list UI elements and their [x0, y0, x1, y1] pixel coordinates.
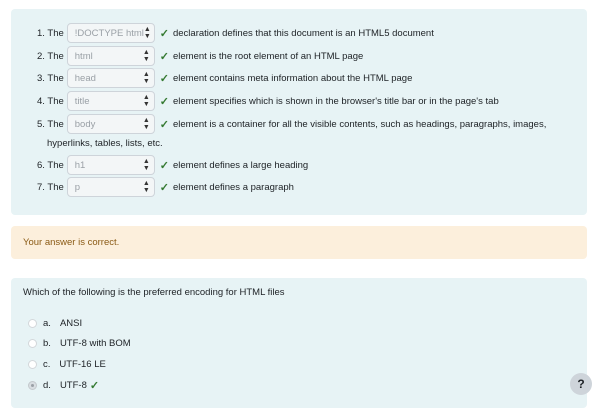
check-icon: ✓	[159, 159, 169, 172]
q1-row-5: 5. The body ▲ ▼ ✓ element is a container f…	[37, 114, 546, 134]
check-icon: ✓	[89, 379, 100, 392]
updown-arrows-icon: ▲ ▼	[142, 117, 150, 131]
select-value: title	[74, 95, 90, 107]
question-text: Which of the following is the preferred …	[23, 287, 285, 298]
radio-a[interactable]	[28, 318, 37, 328]
feedback-text: Your answer is correct.	[23, 237, 120, 248]
select-value: !DOCTYPE html	[74, 27, 144, 39]
select-value: html	[74, 50, 93, 62]
row-text: element contains meta information about …	[172, 72, 413, 84]
updown-arrows-icon: ▲ ▼	[142, 94, 150, 108]
row-5-continuation: hyperlinks, tables, lists, etc.	[47, 138, 163, 149]
row-text: declaration defines that this document i…	[172, 27, 434, 39]
help-button[interactable]: ?	[570, 373, 592, 395]
row-number: 1. The	[37, 27, 64, 39]
row-number: 3. The	[37, 72, 64, 84]
option-a[interactable]: a. ANSI	[28, 316, 82, 330]
option-b[interactable]: b. UTF-8 with BOM	[28, 336, 131, 350]
updown-arrows-icon: ▲ ▼	[142, 158, 150, 172]
row-text: element is a container for all the visib…	[172, 118, 547, 130]
check-icon: ✓	[159, 27, 169, 40]
select-html[interactable]: html ▲ ▼	[66, 46, 155, 66]
select-value: p	[74, 181, 81, 193]
select-p[interactable]: p ▲ ▼	[66, 177, 155, 197]
select-value: h1	[74, 159, 86, 171]
option-text: UTF-8	[59, 379, 87, 391]
select-title[interactable]: title ▲ ▼	[66, 91, 155, 111]
row-number: 5. The	[37, 118, 64, 130]
option-label: d.	[43, 379, 51, 391]
check-icon: ✓	[159, 50, 169, 63]
q1-row-1: 1. The !DOCTYPE html ▲ ▼ ✓ declaration def…	[37, 23, 434, 43]
updown-arrows-icon: ▲ ▼	[142, 180, 150, 194]
option-text: UTF-16 LE	[59, 358, 106, 370]
radio-d-selected[interactable]	[28, 380, 37, 390]
row-text: element defines a paragraph	[172, 181, 294, 193]
q1-row-4: 4. The title ▲ ▼ ✓ element specifies which…	[37, 91, 499, 111]
select-doctype[interactable]: !DOCTYPE html ▲ ▼	[66, 23, 155, 43]
updown-arrows-icon: ▲ ▼	[142, 49, 150, 63]
q1-row-7: 7. The p ▲ ▼ ✓ element defines a paragraph	[37, 177, 294, 197]
row-number: 4. The	[37, 95, 64, 107]
q1-row-2: 2. The html ▲ ▼ ✓ element is the root elem…	[37, 46, 363, 66]
option-label: c.	[43, 358, 51, 370]
select-body[interactable]: body ▲ ▼	[66, 114, 155, 134]
updown-arrows-icon: ▲ ▼	[142, 71, 150, 85]
radio-c[interactable]	[28, 359, 37, 369]
check-icon: ✓	[159, 118, 169, 131]
check-icon: ✓	[159, 95, 169, 108]
row-text: element defines a large heading	[172, 159, 309, 171]
row-number: 6. The	[37, 159, 64, 171]
select-head[interactable]: head ▲ ▼	[66, 68, 155, 88]
option-label: a.	[43, 317, 51, 329]
question-2-panel: Which of the following is the preferred …	[11, 278, 587, 408]
row-text: element specifies which is shown in the …	[172, 95, 499, 107]
feedback-box: Your answer is correct.	[11, 226, 587, 259]
option-text: ANSI	[59, 317, 83, 329]
q1-row-6: 6. The h1 ▲ ▼ ✓ element defines a large he…	[37, 155, 308, 175]
option-d[interactable]: d. UTF-8 ✓	[28, 378, 103, 392]
row-number: 7. The	[37, 181, 64, 193]
option-c[interactable]: c. UTF-16 LE	[28, 357, 106, 371]
check-icon: ✓	[159, 72, 169, 85]
select-value: body	[74, 118, 96, 130]
radio-b[interactable]	[28, 338, 37, 348]
select-h1[interactable]: h1 ▲ ▼	[66, 155, 155, 175]
q1-row-3: 3. The head ▲ ▼ ✓ element contains meta in…	[37, 68, 412, 88]
row-text: element is the root element of an HTML p…	[172, 50, 364, 62]
option-label: b.	[43, 337, 51, 349]
select-value: head	[74, 72, 96, 84]
row-number: 2. The	[37, 50, 64, 62]
updown-arrows-icon: ▲ ▼	[143, 26, 151, 40]
check-icon: ✓	[159, 181, 169, 194]
option-text: UTF-8 with BOM	[59, 337, 131, 349]
